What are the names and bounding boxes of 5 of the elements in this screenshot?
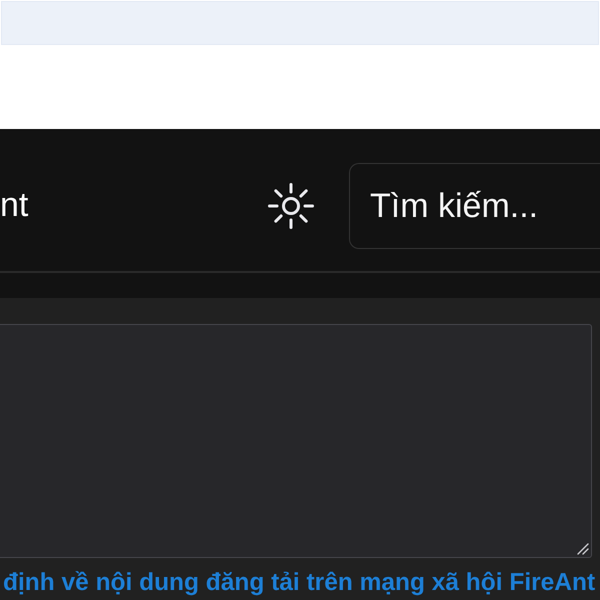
rules-link[interactable]: định về nội dung đăng tải trên mạng xã hội FireAnt [3,569,596,597]
resize-handle-icon[interactable] [577,543,589,555]
sun-icon[interactable] [268,183,314,229]
search-field[interactable]: Tìm kiếm... [349,163,600,249]
logo-text[interactable]: nt [0,186,28,226]
